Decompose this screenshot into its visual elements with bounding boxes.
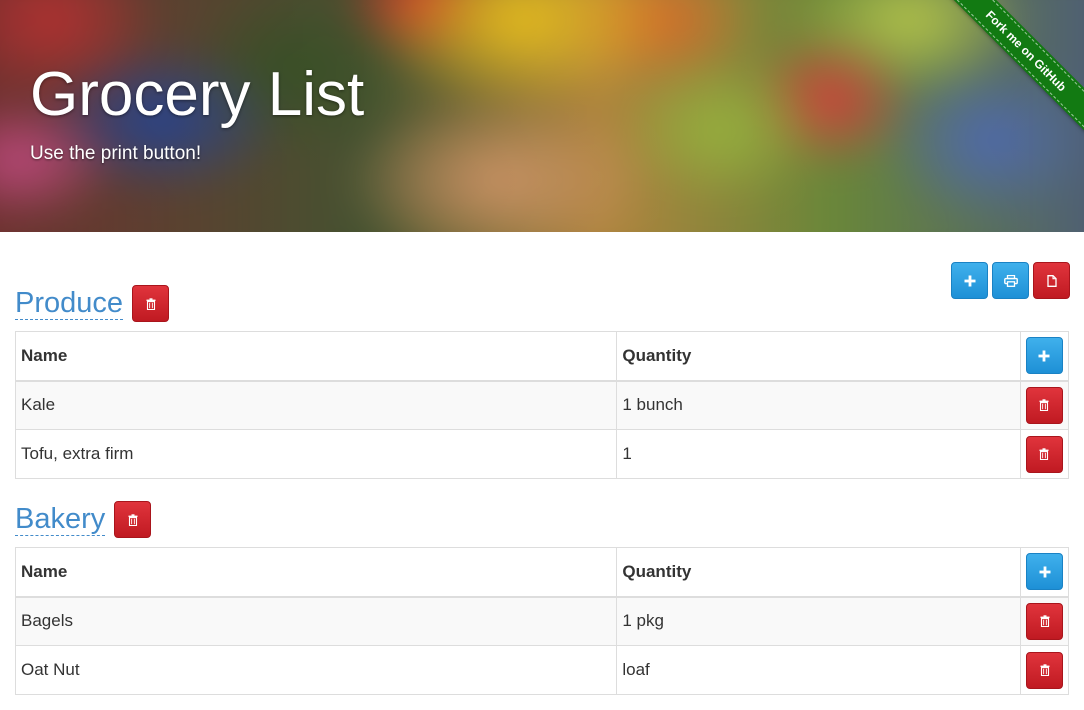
item-quantity[interactable]: 1 pkg [616,596,1021,646]
hero-banner: Grocery List Use the print button! Fork … [0,0,1084,232]
trash-icon [1040,664,1049,676]
item-name[interactable]: Bagels [14,596,618,646]
page-title: Grocery List [30,60,365,129]
item-name[interactable]: Kale [14,380,618,430]
delete-section-button[interactable] [132,285,170,322]
delete-item-button[interactable] [1025,386,1063,424]
delete-item-button[interactable] [1026,651,1063,689]
bakery-table: Name Quantity Bagels 1 pkg Oat Nut loaf [14,547,1069,695]
page-subtitle: Use the print button! [30,143,202,164]
plus-icon [964,275,975,286]
column-header-quantity: Quantity [616,547,1021,598]
column-header-name: Name [14,331,618,382]
section-produce: Produce Name Quantity Kale 1 bunch Tofu,… [14,232,1070,479]
section-title-produce[interactable]: Produce [15,289,124,320]
printer-icon [1003,274,1018,287]
item-quantity[interactable]: loaf [616,645,1021,695]
column-header-quantity: Quantity [616,331,1021,382]
item-quantity[interactable]: 1 bunch [616,380,1021,430]
plus-icon [1039,566,1050,578]
section-header: Bakery [15,498,1069,538]
section-header: Produce [15,282,1069,322]
add-item-button[interactable] [1026,553,1063,591]
table-row: Tofu, extra firm 1 [14,429,1070,479]
table-row: Oat Nut loaf [14,645,1069,695]
github-ribbon-container: Fork me on GitHub [934,0,1084,150]
item-name[interactable]: Tofu, extra firm [14,429,618,479]
table-header-row: Name Quantity [14,547,1069,598]
section-bakery: Bakery Name Quantity Bagels 1 pkg Oat Nu… [14,479,1069,695]
trash-icon [1040,615,1049,628]
produce-table: Name Quantity Kale 1 bunch Tofu, extra f… [14,331,1070,479]
document-icon [1046,274,1057,287]
delete-item-button[interactable] [1025,435,1063,473]
list-toolbar [951,262,1070,299]
table-row: Bagels 1 pkg [14,596,1069,646]
add-section-button[interactable] [951,262,988,299]
add-item-button[interactable] [1025,337,1063,375]
delete-item-button[interactable] [1026,602,1063,640]
print-button[interactable] [992,262,1029,299]
export-document-button[interactable] [1033,262,1070,299]
table-header-row: Name Quantity [14,331,1070,382]
trash-icon [146,297,156,310]
item-quantity[interactable]: 1 [616,429,1021,479]
trash-icon [1039,448,1049,460]
plus-icon [1038,350,1050,362]
trash-icon [128,513,138,526]
column-header-name: Name [14,547,618,598]
section-title-bakery[interactable]: Bakery [15,505,106,536]
trash-icon [1039,399,1049,412]
table-row: Kale 1 bunch [14,380,1070,430]
delete-section-button[interactable] [114,501,152,538]
item-name[interactable]: Oat Nut [14,645,618,695]
main-content: Produce Name Quantity Kale 1 bunch Tofu,… [0,232,1084,695]
fork-on-github-ribbon[interactable]: Fork me on GitHub [946,0,1084,131]
